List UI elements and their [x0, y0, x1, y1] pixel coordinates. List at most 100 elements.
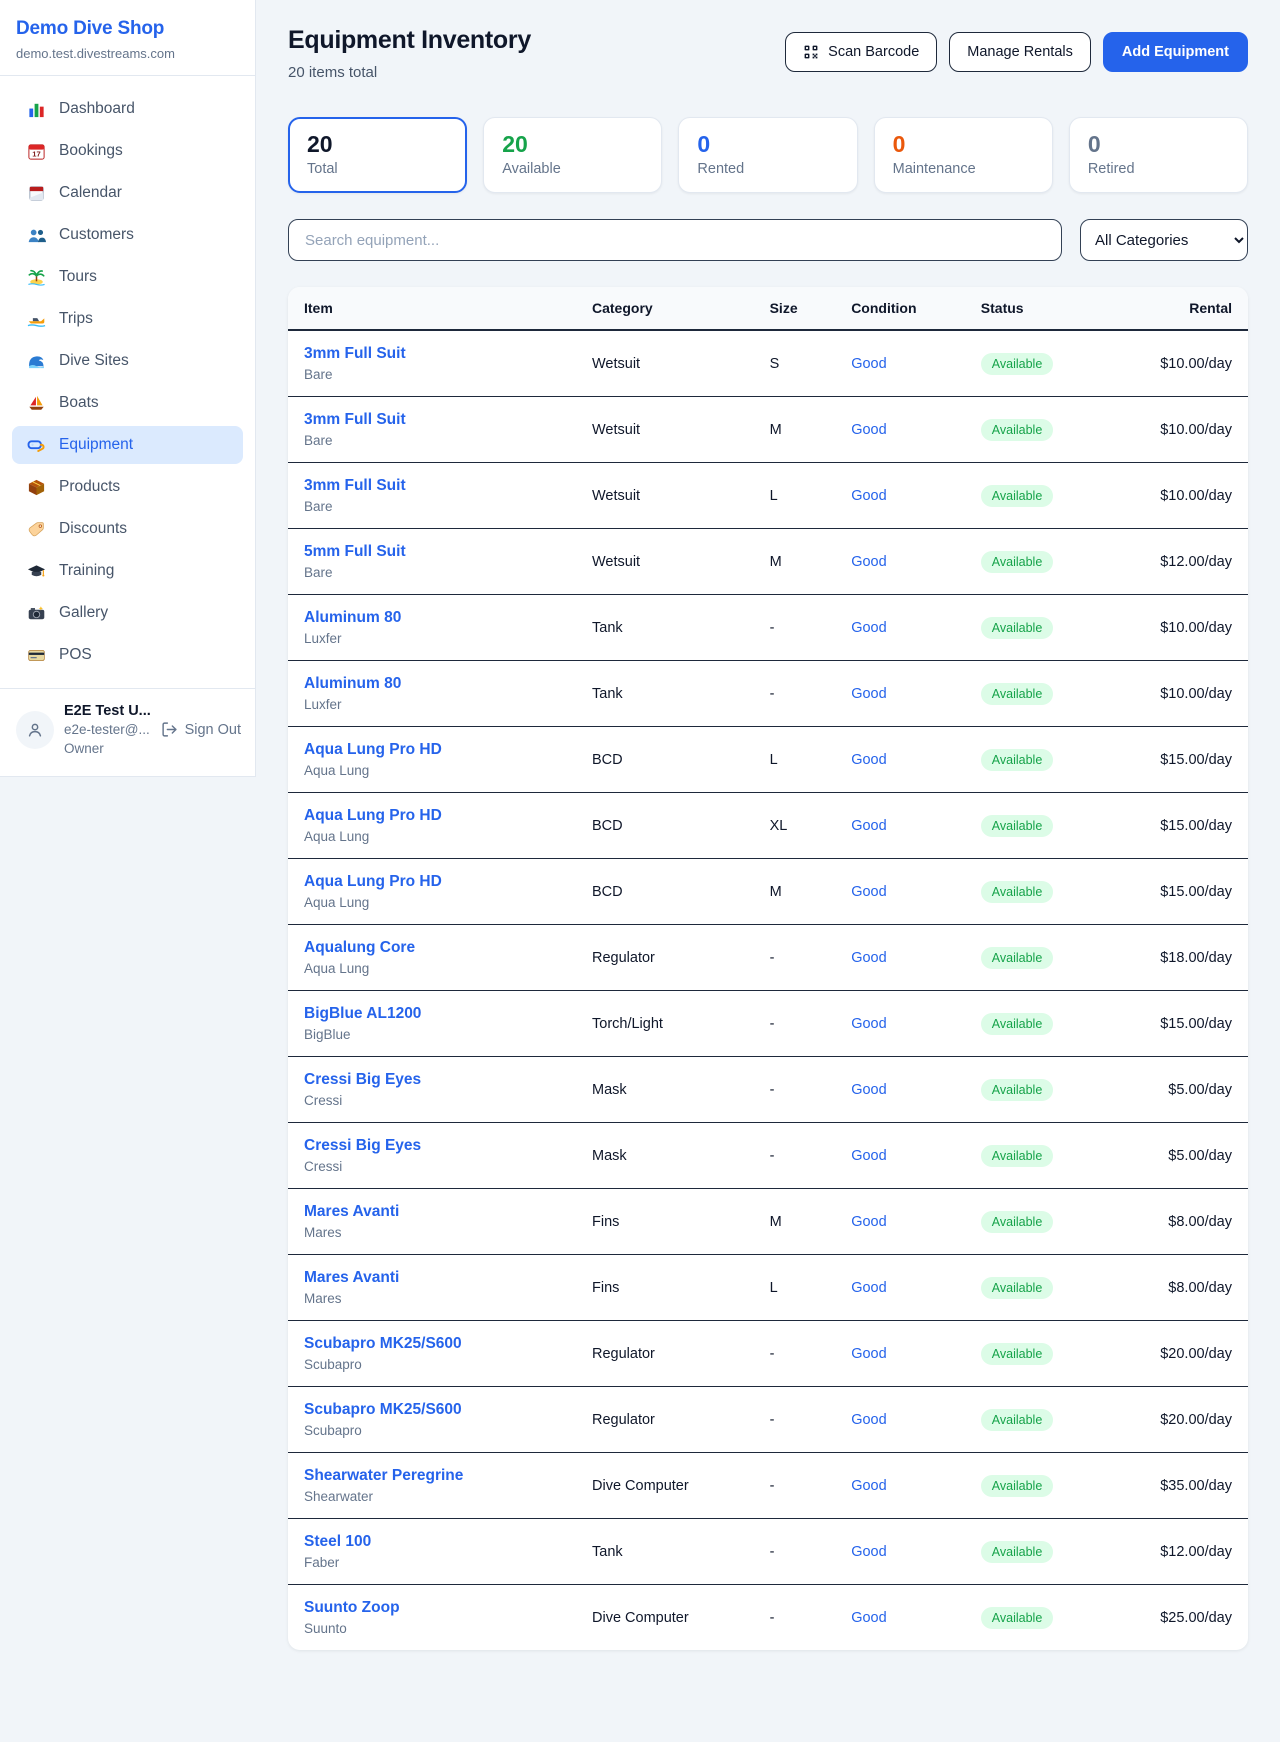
item-name-link[interactable]: Steel 100 — [304, 1533, 560, 1551]
stat-card-maintenance[interactable]: 0Maintenance — [874, 117, 1053, 193]
item-name-link[interactable]: 3mm Full Suit — [304, 477, 560, 495]
category-select[interactable]: All Categories — [1080, 219, 1248, 261]
condition-link[interactable]: Good — [851, 752, 886, 768]
condition-link[interactable]: Good — [851, 1214, 886, 1230]
stat-value-maintenance: 0 — [893, 131, 1034, 158]
sidebar-item-boats[interactable]: Boats — [12, 384, 243, 422]
item-cell: Shearwater PeregrineShearwater — [288, 1453, 576, 1519]
item-name-link[interactable]: Mares Avanti — [304, 1203, 560, 1221]
search-input[interactable] — [288, 219, 1062, 261]
item-name-link[interactable]: 3mm Full Suit — [304, 345, 560, 363]
sidebar-item-pos[interactable]: POS — [12, 636, 243, 674]
size-cell: L — [754, 463, 836, 529]
sidebar-item-bookings[interactable]: 17Bookings — [12, 132, 243, 170]
manage-rentals-button[interactable]: Manage Rentals — [949, 32, 1091, 72]
sign-out-button[interactable]: Sign Out — [161, 721, 241, 738]
shop-name-link[interactable]: Demo Dive Shop — [16, 18, 239, 40]
condition-cell: Good — [835, 793, 965, 859]
user-role: Owner — [64, 741, 151, 758]
item-name-link[interactable]: Suunto Zoop — [304, 1599, 560, 1617]
item-name-link[interactable]: Aqua Lung Pro HD — [304, 873, 560, 891]
item-name-link[interactable]: Aqua Lung Pro HD — [304, 807, 560, 825]
sidebar-item-dashboard[interactable]: Dashboard — [12, 90, 243, 128]
main-content: Equipment Inventory 20 items total Scan … — [256, 0, 1280, 1682]
condition-link[interactable]: Good — [851, 1544, 886, 1560]
sidebar-item-dive-sites[interactable]: Dive Sites — [12, 342, 243, 380]
condition-link[interactable]: Good — [851, 1082, 886, 1098]
item-name-link[interactable]: Mares Avanti — [304, 1269, 560, 1287]
item-cell: Mares AvantiMares — [288, 1189, 576, 1255]
stat-card-total[interactable]: 20Total — [288, 117, 467, 193]
item-brand: Luxfer — [304, 697, 560, 712]
stat-card-rented[interactable]: 0Rented — [678, 117, 857, 193]
item-cell: Aqua Lung Pro HDAqua Lung — [288, 859, 576, 925]
condition-link[interactable]: Good — [851, 1610, 886, 1626]
condition-cell: Good — [835, 1453, 965, 1519]
condition-link[interactable]: Good — [851, 422, 886, 438]
item-cell: Cressi Big EyesCressi — [288, 1057, 576, 1123]
status-cell: Available — [965, 397, 1143, 463]
status-cell: Available — [965, 991, 1143, 1057]
condition-link[interactable]: Good — [851, 620, 886, 636]
sidebar-item-customers[interactable]: Customers — [12, 216, 243, 254]
sidebar-item-label: Discounts — [59, 520, 127, 538]
item-name-link[interactable]: Scubapro MK25/S600 — [304, 1335, 560, 1353]
table-row: Aqua Lung Pro HDAqua LungBCDMGoodAvailab… — [288, 859, 1248, 925]
equipment-table: Item Category Size Condition Status Rent… — [288, 287, 1248, 1650]
condition-link[interactable]: Good — [851, 488, 886, 504]
sidebar-item-gallery[interactable]: Gallery — [12, 594, 243, 632]
condition-link[interactable]: Good — [851, 554, 886, 570]
add-equipment-button[interactable]: Add Equipment — [1103, 32, 1248, 72]
page-header-text: Equipment Inventory 20 items total — [288, 26, 531, 81]
condition-link[interactable]: Good — [851, 1280, 886, 1296]
sidebar-item-discounts[interactable]: Discounts — [12, 510, 243, 548]
item-name-link[interactable]: Cressi Big Eyes — [304, 1071, 560, 1089]
condition-link[interactable]: Good — [851, 818, 886, 834]
size-cell: - — [754, 1585, 836, 1651]
sidebar-item-training[interactable]: Training — [12, 552, 243, 590]
size-cell: - — [754, 1057, 836, 1123]
status-badge: Available — [981, 1607, 1054, 1629]
category-cell: Wetsuit — [576, 529, 754, 595]
condition-link[interactable]: Good — [851, 950, 886, 966]
stat-card-retired[interactable]: 0Retired — [1069, 117, 1248, 193]
category-cell: Fins — [576, 1255, 754, 1321]
scan-barcode-button[interactable]: Scan Barcode — [785, 32, 937, 72]
item-name-link[interactable]: Aqualung Core — [304, 939, 560, 957]
item-name-link[interactable]: Aluminum 80 — [304, 609, 560, 627]
sidebar-item-tours[interactable]: Tours — [12, 258, 243, 296]
status-cell: Available — [965, 1255, 1143, 1321]
condition-link[interactable]: Good — [851, 356, 886, 372]
item-name-link[interactable]: 5mm Full Suit — [304, 543, 560, 561]
sidebar-item-products[interactable]: Products — [12, 468, 243, 506]
item-brand: Bare — [304, 565, 560, 580]
item-cell: 5mm Full Suit Bare — [288, 529, 576, 595]
category-cell: Mask — [576, 1057, 754, 1123]
status-badge: Available — [981, 947, 1054, 969]
item-name-link[interactable]: Scubapro MK25/S600 — [304, 1401, 560, 1419]
item-name-link[interactable]: Shearwater Peregrine — [304, 1467, 560, 1485]
item-name-link[interactable]: BigBlue AL1200 — [304, 1005, 560, 1023]
item-name-link[interactable]: Aqua Lung Pro HD — [304, 741, 560, 759]
item-name-link[interactable]: Aluminum 80 — [304, 675, 560, 693]
condition-link[interactable]: Good — [851, 1478, 886, 1494]
table-header-row: Item Category Size Condition Status Rent… — [288, 287, 1248, 330]
condition-link[interactable]: Good — [851, 686, 886, 702]
condition-link[interactable]: Good — [851, 1412, 886, 1428]
sidebar-item-trips[interactable]: Trips — [12, 300, 243, 338]
rental-cell: $15.00/day — [1142, 991, 1248, 1057]
sidebar-item-calendar[interactable]: Calendar — [12, 174, 243, 212]
condition-cell: Good — [835, 1387, 965, 1453]
item-name-link[interactable]: 3mm Full Suit — [304, 411, 560, 429]
condition-link[interactable]: Good — [851, 1148, 886, 1164]
condition-link[interactable]: Good — [851, 1016, 886, 1032]
condition-link[interactable]: Good — [851, 884, 886, 900]
sidebar-item-label: Bookings — [59, 142, 123, 160]
item-name-link[interactable]: Cressi Big Eyes — [304, 1137, 560, 1155]
rental-cell: $10.00/day — [1142, 397, 1248, 463]
rental-cell: $15.00/day — [1142, 859, 1248, 925]
stat-card-available[interactable]: 20Available — [483, 117, 662, 193]
condition-link[interactable]: Good — [851, 1346, 886, 1362]
sidebar-item-equipment[interactable]: Equipment — [12, 426, 243, 464]
rental-cell: $15.00/day — [1142, 727, 1248, 793]
